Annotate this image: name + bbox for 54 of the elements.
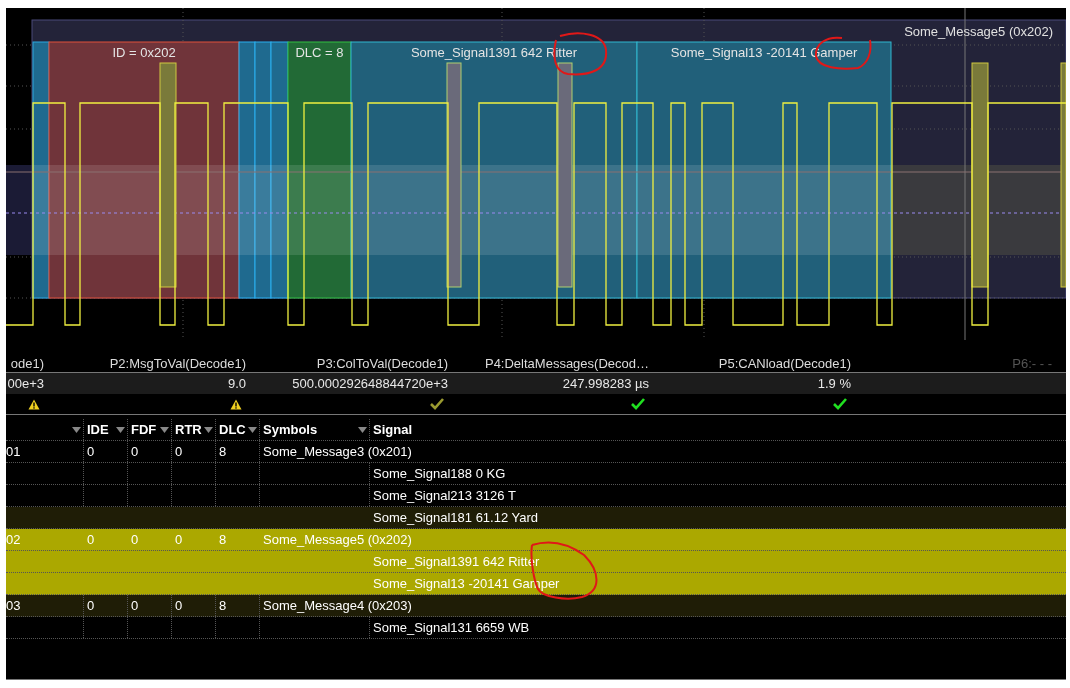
column-header[interactable]: RTR: [175, 419, 202, 440]
table-cell-text: 8: [219, 596, 227, 615]
measurement-header: P5:CANload(Decode1): [718, 354, 851, 373]
measurement-header: P4:DeltaMessages(Decod…: [484, 354, 649, 373]
measurement-value: 247.998283 µs: [562, 374, 649, 393]
table-cell-text: Some_Signal181 61.12 Yard: [373, 508, 539, 527]
filter-arrow-icon[interactable]: [72, 426, 81, 433]
table-cell-text: Some_Signal213 3126 T: [373, 486, 516, 505]
column-header[interactable]: FDF: [131, 419, 157, 440]
filter-arrow-icon[interactable]: [160, 426, 169, 433]
table-cell-text: 0: [87, 530, 95, 549]
table-cell-text: 8: [219, 442, 227, 461]
measurement-header: P6:- - -: [1012, 354, 1052, 373]
filter-arrow-icon[interactable]: [116, 426, 125, 433]
measurement-value: 1.9 %: [817, 374, 851, 393]
measurement-header: ode1): [10, 354, 44, 373]
table-row[interactable]: Some_Signal181 61.12 Yard: [6, 507, 1066, 529]
table-row[interactable]: 03 0 0 0 8 Some_Message4 (0x203): [6, 595, 1066, 617]
table-cell-text: 0: [87, 442, 95, 461]
table-cell-text: Some_Message4 (0x203): [263, 596, 412, 615]
measurement-header: P2:MsgToVal(Decode1): [109, 354, 246, 373]
table-cell-text: 02: [6, 530, 21, 549]
table-cell-text: 0: [175, 530, 183, 549]
table-row[interactable]: Some_Signal188 0 KG: [6, 463, 1066, 485]
table-cell-text: 0: [131, 442, 139, 461]
filter-arrow-icon[interactable]: [358, 426, 367, 433]
table-cell-text: Some_Signal188 0 KG: [373, 464, 506, 483]
segment-label: ID = 0x202: [112, 45, 176, 60]
column-header[interactable]: DLC: [219, 419, 246, 440]
table-cell-text: Some_Message3 (0x201): [263, 442, 412, 461]
measurement-header: P3:ColToVal(Decode1): [316, 354, 448, 373]
column-header[interactable]: Symbols: [263, 419, 318, 440]
table-cell-text: 8: [219, 530, 227, 549]
column-header[interactable]: Signal: [373, 419, 412, 440]
table-cell-text: 0: [87, 596, 95, 615]
table-cell-text: 01: [6, 442, 21, 461]
table-cell-text: 0: [175, 596, 183, 615]
table-row[interactable]: Some_Signal131 6659 WB: [6, 617, 1066, 639]
table-cell-text: Some_Message5 (0x202): [263, 530, 412, 549]
table-cell-text: 0: [175, 442, 183, 461]
filter-arrow-icon[interactable]: [248, 426, 257, 433]
table-row[interactable]: 01 0 0 0 8 Some_Message3 (0x201): [6, 441, 1066, 463]
table-cell-text: Some_Signal131 6659 WB: [373, 618, 530, 637]
table-cell-text: 0: [131, 596, 139, 615]
message-label: Some_Message5 (0x202): [904, 24, 1053, 39]
segment-label: DLC = 8: [295, 45, 344, 60]
filter-arrow-icon[interactable]: [204, 426, 213, 433]
table-cell-text: 0: [131, 530, 139, 549]
measurement-value: 00e+3: [7, 374, 44, 393]
table-cell-text: 03: [6, 596, 21, 615]
column-header[interactable]: IDE: [87, 419, 109, 440]
table-row[interactable]: Some_Signal213 3126 T: [6, 485, 1066, 507]
measurement-value: 500.000292648844720e+3: [292, 374, 448, 393]
measurement-value: 9.0: [227, 374, 246, 393]
